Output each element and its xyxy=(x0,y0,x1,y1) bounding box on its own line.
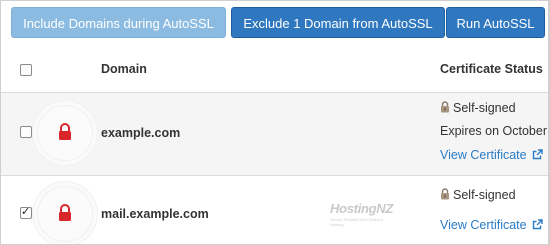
view-certificate-label: View Certificate xyxy=(440,148,527,162)
column-header-domain[interactable]: Domain xyxy=(101,62,147,76)
external-link-icon xyxy=(532,149,543,160)
padlock-red-icon xyxy=(59,204,71,221)
padlock-small-icon xyxy=(441,188,449,200)
domain-lock-badge xyxy=(38,187,92,241)
table-header: Domain Certificate Status xyxy=(1,47,549,93)
domain-name: mail.example.com xyxy=(101,207,209,221)
include-domains-button[interactable]: Include Domains during AutoSSL xyxy=(11,7,226,38)
padlock-small-icon xyxy=(441,101,449,113)
certificate-status-text: Self-signed xyxy=(453,101,516,115)
view-certificate-link[interactable]: View Certificate xyxy=(440,218,543,232)
hostingnz-watermark: HostingNZ Secure Reliable New Zealand Ho… xyxy=(330,201,394,227)
watermark-tagline: Secure Reliable New Zealand Hosting xyxy=(330,217,383,227)
domain-lock-badge xyxy=(38,106,92,160)
watermark-brand: HostingNZ xyxy=(330,201,394,216)
external-link-icon xyxy=(532,219,543,230)
column-header-certificate-status[interactable]: Certificate Status xyxy=(440,62,543,76)
row-checkbox[interactable] xyxy=(20,205,32,219)
certificate-status-text: Self-signed xyxy=(453,188,516,202)
table-row: mail.example.com HostingNZ Secure Reliab… xyxy=(1,177,549,244)
panel-right-edge xyxy=(548,1,549,244)
view-certificate-label: View Certificate xyxy=(440,218,527,232)
certificate-status: Self-signed xyxy=(440,101,516,115)
certificate-expiry: Expires on October xyxy=(440,124,547,138)
select-all-checkbox[interactable] xyxy=(20,64,32,76)
row-checkbox[interactable] xyxy=(20,126,32,138)
table-row: example.com Self-signed Expires on Octob… xyxy=(1,93,549,176)
certificate-status: Self-signed xyxy=(440,188,516,202)
view-certificate-link[interactable]: View Certificate xyxy=(440,148,543,162)
exclude-domain-button[interactable]: Exclude 1 Domain from AutoSSL xyxy=(231,7,445,38)
run-autossl-button[interactable]: Run AutoSSL xyxy=(446,7,545,38)
domain-name: example.com xyxy=(101,126,181,140)
padlock-red-icon xyxy=(59,123,71,140)
autossl-panel: Include Domains during AutoSSL Exclude 1… xyxy=(0,0,550,245)
